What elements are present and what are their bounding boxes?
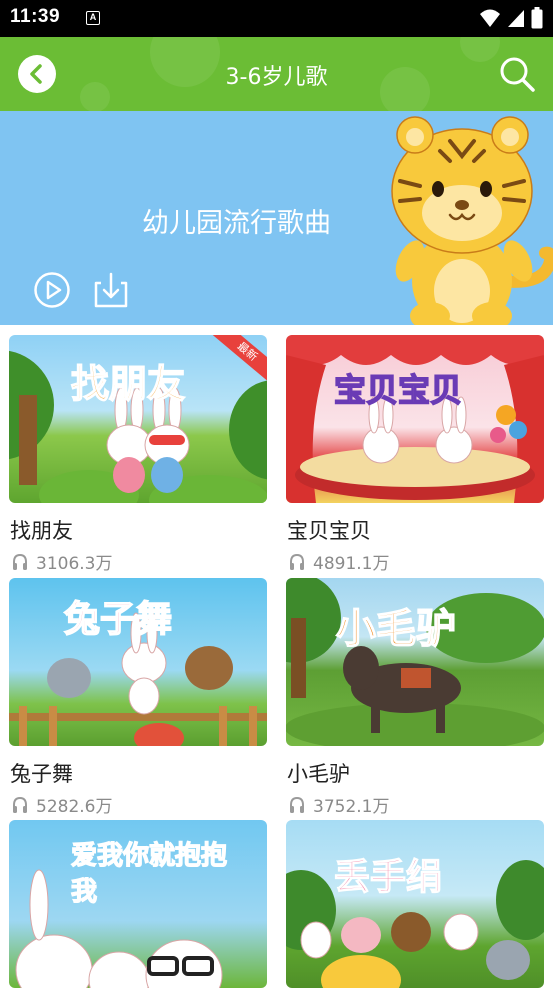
song-title[interactable]: 宝贝宝贝 xyxy=(287,515,371,545)
app-bar: 3-6岁儿歌 xyxy=(0,37,553,111)
song-card-5[interactable]: 爱我你就抱抱我 xyxy=(9,820,267,988)
status-bar: 11:39 A xyxy=(0,0,553,37)
thumbnail-title-art: 爱我你就抱抱我 xyxy=(70,840,228,907)
search-button[interactable] xyxy=(497,54,537,94)
song-card-4[interactable]: 小毛驴 小毛驴 3752.1万 xyxy=(286,578,544,818)
song-title[interactable]: 找朋友 xyxy=(10,515,73,545)
banner[interactable]: 幼儿园流行歌曲 xyxy=(0,111,553,325)
signal-icon xyxy=(508,10,524,27)
play-count: 5282.6万 xyxy=(12,792,112,817)
notification-a-icon: A xyxy=(86,11,100,25)
play-circle-icon[interactable] xyxy=(33,271,71,309)
play-count: 3106.3万 xyxy=(12,549,112,574)
thumbnail-illustration xyxy=(286,860,544,988)
song-title[interactable]: 兔子舞 xyxy=(10,758,73,788)
play-count-value: 5282.6万 xyxy=(36,797,113,817)
headphone-icon xyxy=(290,553,304,570)
song-thumbnail[interactable]: 丢手绢 xyxy=(286,820,544,988)
thumbnail-title-art: 小毛驴 xyxy=(335,605,457,653)
song-thumbnail[interactable]: 找朋友 最新 xyxy=(9,335,267,503)
song-card-2[interactable]: 宝贝宝贝 宝贝宝贝 4891.1万 xyxy=(286,335,544,575)
banner-title: 幼儿园流行歌曲 xyxy=(142,208,331,239)
song-card-3[interactable]: 兔子舞 兔子舞 5282.6万 xyxy=(9,578,267,818)
song-title[interactable]: 小毛驴 xyxy=(287,758,350,788)
song-thumbnail[interactable]: 爱我你就抱抱我 xyxy=(9,820,267,988)
play-count-value: 4891.1万 xyxy=(313,554,390,574)
thumbnail-title-art: 兔子舞 xyxy=(63,598,173,641)
page-title: 3-6岁儿歌 xyxy=(225,65,328,90)
thumbnail-title-art: 丢手绢 xyxy=(333,856,443,898)
play-count-value: 3106.3万 xyxy=(36,554,113,574)
download-icon[interactable] xyxy=(93,271,129,309)
thumbnail-illustration xyxy=(286,335,544,503)
search-icon xyxy=(500,57,535,92)
wifi-icon xyxy=(480,9,500,27)
song-card-1[interactable]: 找朋友 最新 找朋友 3106.3万 xyxy=(9,335,267,575)
song-card-6[interactable]: 丢手绢 xyxy=(286,820,544,988)
thumbnail-title-art: 宝贝宝贝 xyxy=(333,370,463,410)
status-icons xyxy=(479,7,543,29)
tiger-mascot-illustration xyxy=(391,116,553,325)
battery-icon xyxy=(531,7,543,29)
thumbnail-title-art: 找朋友 xyxy=(70,361,186,407)
headphone-icon xyxy=(13,553,27,570)
status-time: 11:39 xyxy=(10,6,61,27)
play-count-value: 3752.1万 xyxy=(313,797,390,817)
play-count: 3752.1万 xyxy=(289,792,389,817)
song-thumbnail[interactable]: 小毛驴 xyxy=(286,578,544,746)
song-thumbnail[interactable]: 兔子舞 xyxy=(9,578,267,746)
song-thumbnail[interactable]: 宝贝宝贝 xyxy=(286,335,544,503)
headphone-icon xyxy=(290,796,304,813)
play-count: 4891.1万 xyxy=(289,549,389,574)
headphone-icon xyxy=(13,796,27,813)
